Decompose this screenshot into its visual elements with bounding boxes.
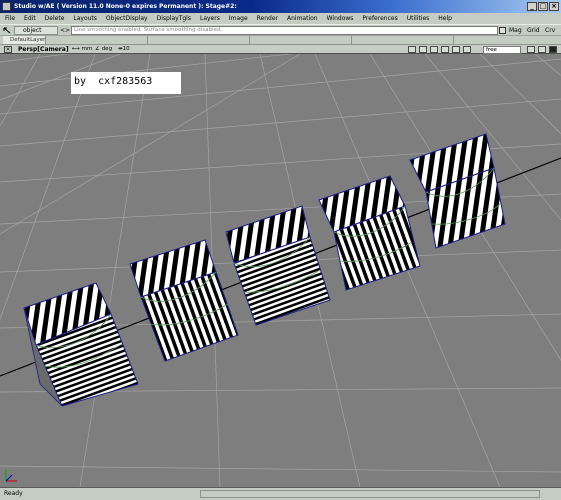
grid-button[interactable]: Grid [527,26,540,35]
mode-field[interactable]: object [14,26,58,35]
viewport-title[interactable]: Persp[Camera] [18,45,69,54]
status-field [200,490,540,498]
status-text: Ready [4,490,23,497]
layer-slot[interactable] [252,36,352,44]
title-bar: Studio w/AE ( Version 11.0 None-0 expire… [0,0,561,13]
close-icon[interactable]: × [549,2,559,11]
viewport-shade-icon[interactable] [549,46,557,53]
axis-triad-icon [5,470,17,482]
snap-icon[interactable] [499,27,506,34]
look-at-icon[interactable] [452,46,460,53]
menu-objectdisplay[interactable]: ObjectDisplay [101,13,152,24]
menu-file[interactable]: File [0,13,19,24]
layer-slot[interactable] [48,36,148,44]
menu-animation[interactable]: Animation [282,13,322,24]
viewport-restore-icon[interactable] [538,46,546,53]
grid-spacing-indicator[interactable]: ⇹10 [118,45,130,54]
maximize-icon[interactable]: □ [538,2,548,11]
menu-utilities[interactable]: Utilities [402,13,434,24]
striped-object-4[interactable] [318,175,421,291]
striped-object-3[interactable] [225,205,331,326]
menu-edit[interactable]: Edit [19,13,40,24]
zoom-icon[interactable] [430,46,438,53]
viewport-close-icon[interactable]: × [4,46,12,53]
menu-layers[interactable]: Layers [195,13,224,24]
camera-mode-field[interactable]: free [483,46,521,54]
menu-preferences[interactable]: Preferences [357,13,401,24]
striped-object-5[interactable] [409,133,506,249]
layer-slot[interactable] [150,36,250,44]
track-icon[interactable] [441,46,449,53]
menu-image[interactable]: Image [224,13,252,24]
angular-unit-label: deg [101,46,113,52]
layer-bar: DefaultLayer [0,35,561,44]
crv-button[interactable]: Crv [545,26,555,35]
striped-object-1[interactable] [23,282,139,407]
watermark-label: by cxf283563 [71,72,181,94]
window-title: Studio w/AE ( Version 11.0 None-0 expire… [14,3,237,10]
prompt-toolbar: object <> Line smoothing enabled. Surfac… [0,24,561,35]
viewport-maximize-icon[interactable] [527,46,535,53]
menu-render[interactable]: Render [252,13,282,24]
grid-spacing-label: 10 [122,46,130,52]
status-bar: Ready [0,487,561,500]
pick-tool-icon[interactable] [3,27,11,34]
menu-bar: File Edit Delete Layouts ObjectDisplay Displa… [0,13,561,24]
menu-displaytgls[interactable]: DisplayTgls [152,13,195,24]
prompt-line[interactable]: Line smoothing enabled. Surface smoothin… [71,26,498,35]
layer-slot[interactable] [354,36,454,44]
app-icon[interactable] [2,2,11,11]
menu-layouts[interactable]: Layouts [68,13,101,24]
layout-icons[interactable] [463,46,471,53]
camera-icon[interactable] [408,46,416,53]
perspective-viewport[interactable]: by cxf283563 [0,54,561,487]
mag-button[interactable]: Mag [509,26,522,35]
menu-delete[interactable]: Delete [40,13,69,24]
angular-unit-indicator[interactable]: ∠ deg [95,45,112,54]
viewport-canvas[interactable] [0,54,561,487]
layer-tab-default[interactable]: DefaultLayer [3,36,46,44]
menu-help[interactable]: Help [433,13,456,24]
viewport-header: × Persp[Camera] ⟷ mm ∠ deg ⇹10 free [0,44,561,54]
tumble-icon[interactable] [419,46,427,53]
striped-object-2[interactable] [129,239,239,362]
linear-unit-label: mm [81,46,93,52]
menu-windows[interactable]: Windows [322,13,358,24]
minimize-icon[interactable]: _ [527,2,537,11]
linear-unit-indicator[interactable]: ⟷ mm [72,45,92,54]
